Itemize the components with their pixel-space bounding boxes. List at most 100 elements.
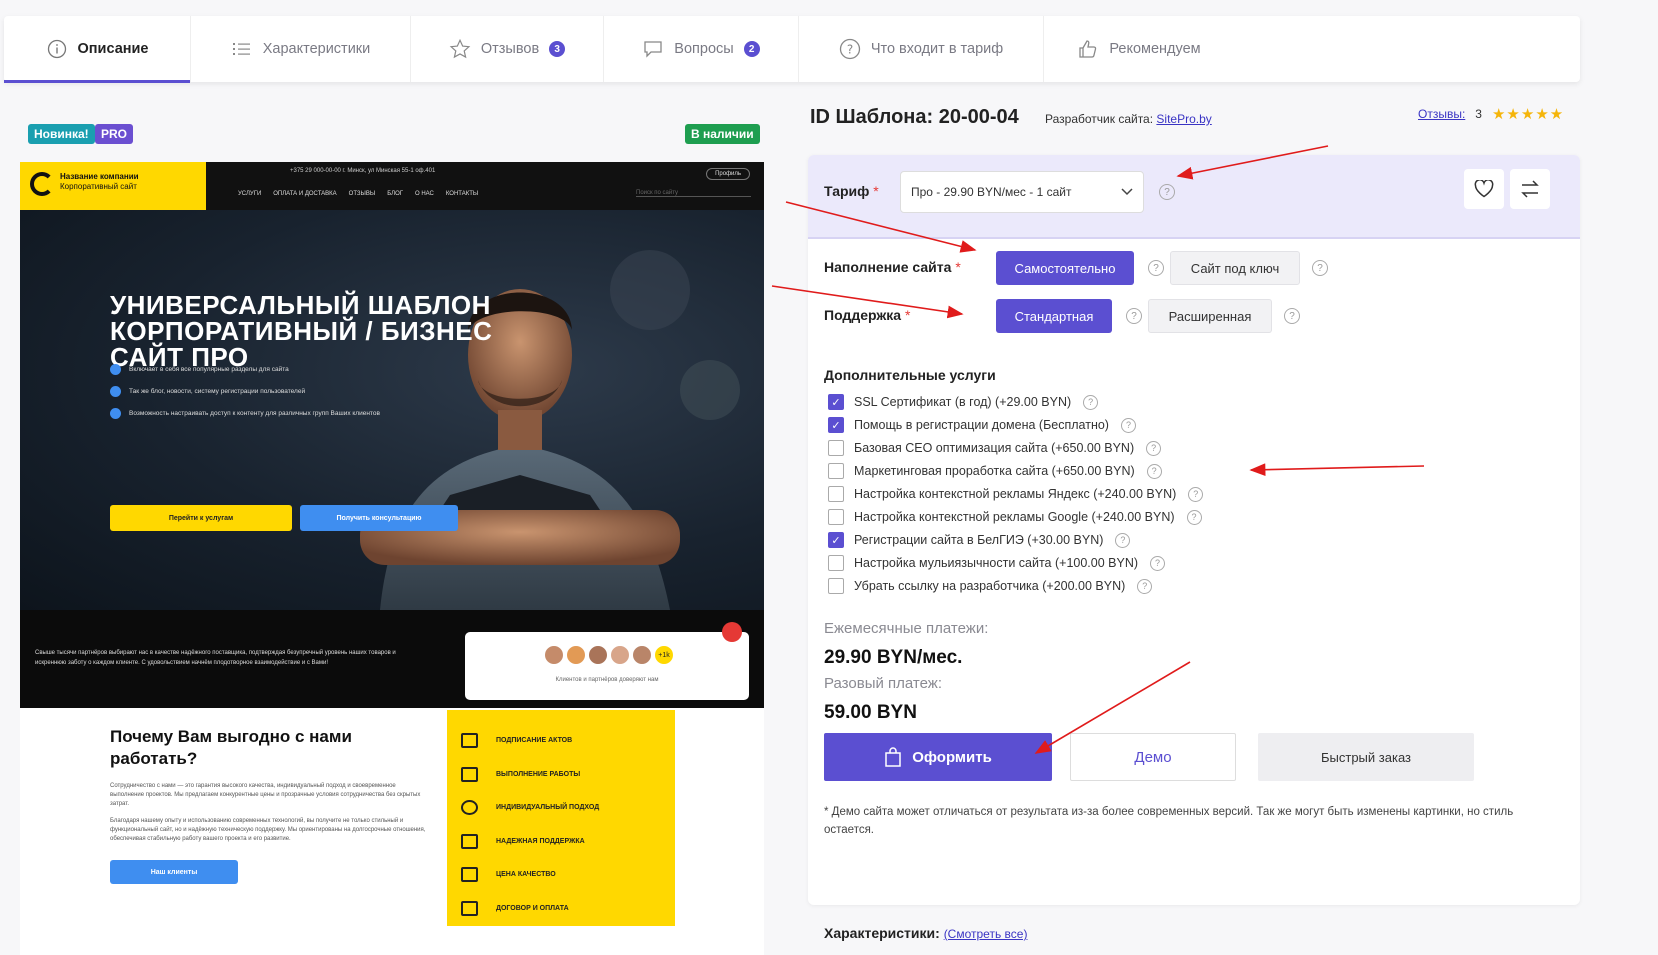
- template-preview-image[interactable]: Название компании Корпоративный сайт +37…: [20, 162, 764, 955]
- checkbox[interactable]: [828, 555, 844, 571]
- avatar: [587, 644, 609, 666]
- help-icon[interactable]: ?: [1146, 463, 1162, 479]
- extra-service-row[interactable]: ✓ Регистрации сайта в БелГИЭ (+30.00 BYN)…: [828, 532, 1131, 548]
- quick-order-button[interactable]: Быстрый заказ: [1258, 733, 1474, 781]
- extra-service-row[interactable]: Базовая СЕО оптимизация сайта (+650.00 B…: [828, 440, 1162, 456]
- hero-person-photo: [360, 250, 740, 610]
- demo-button[interactable]: Демо: [1070, 733, 1236, 781]
- support-extended-option[interactable]: Расширенная: [1148, 299, 1272, 333]
- mock-logo: Название компании Корпоративный сайт: [20, 162, 206, 210]
- reviews-link[interactable]: Отзывы:: [1418, 107, 1465, 121]
- checkbox[interactable]: [828, 578, 844, 594]
- benefit-label: ВЫПОЛНЕНИЕ РАБОТЫ: [496, 770, 581, 778]
- help-icon[interactable]: ?: [1150, 555, 1166, 571]
- fill-self-option[interactable]: Самостоятельно: [996, 251, 1134, 285]
- hero-check-item: Возможность настраивать доступ к контент…: [110, 408, 380, 419]
- mock-consult-button: Получить консультацию: [300, 505, 458, 531]
- why-paragraph: Сотрудничество с нами — это гарантия выс…: [110, 783, 421, 807]
- support-extended-help-icon[interactable]: ?: [1284, 308, 1300, 324]
- required-mark: *: [904, 307, 911, 323]
- benefit-label: НАДЕЖНАЯ ПОДДЕРЖКА: [496, 837, 585, 845]
- tab-questions[interactable]: Вопросы 2: [604, 16, 799, 82]
- extra-service-row[interactable]: Настройка мульиязычности сайта (+100.00 …: [828, 555, 1166, 571]
- avatar: [631, 644, 653, 666]
- avatar: [543, 644, 565, 666]
- check-icon: [110, 364, 121, 375]
- checkbox-checked[interactable]: ✓: [828, 394, 844, 410]
- characteristics-heading: Характеристики: (Смотреть все): [824, 925, 1027, 941]
- new-badge: Новинка!: [28, 124, 95, 144]
- partners-card: +1k Клиентов и партнёров доверяют нам: [465, 632, 749, 700]
- one-time-payment-value: 59.00 BYN: [824, 702, 917, 723]
- benefit-label: ПОДПИСАНИЕ АКТОВ: [496, 737, 573, 745]
- order-button[interactable]: Оформить: [824, 733, 1052, 781]
- tariff-help-icon[interactable]: ?: [1159, 184, 1175, 200]
- checkbox[interactable]: [828, 509, 844, 525]
- benefit-item: НАДЕЖНАЯ ПОДДЕРЖКА: [461, 825, 661, 859]
- user-icon: [461, 800, 478, 816]
- benefit-item: ДОГОВОР И ОПЛАТА: [461, 892, 661, 926]
- help-icon[interactable]: ?: [1188, 486, 1204, 502]
- help-icon[interactable]: ?: [1137, 578, 1153, 594]
- avatar: [609, 644, 631, 666]
- checkbox-checked[interactable]: ✓: [828, 532, 844, 548]
- extra-service-label: Базовая СЕО оптимизация сайта (+650.00 B…: [854, 441, 1135, 455]
- tariff-select[interactable]: Про - 29.90 BYN/мес - 1 сайт: [900, 171, 1144, 213]
- mock-nav: УСЛУГИ ОПЛАТА И ДОСТАВКА ОТЗЫВЫ БЛОГ О Н…: [238, 191, 478, 197]
- logo-icon: [30, 172, 54, 196]
- checkbox[interactable]: [828, 440, 844, 456]
- extra-service-row[interactable]: ✓ Помощь в регистрации домена (Бесплатно)…: [828, 417, 1136, 433]
- help-icon[interactable]: ?: [1120, 417, 1136, 433]
- support-icon: [461, 833, 478, 849]
- settings-gear-icon: [722, 622, 742, 642]
- extra-service-row[interactable]: ✓ SSL Сертификат (в год) (+29.00 BYN)?: [828, 394, 1099, 410]
- help-icon[interactable]: ?: [1115, 532, 1131, 548]
- characteristics-see-all-link[interactable]: (Смотреть все): [944, 927, 1028, 941]
- checkbox-checked[interactable]: ✓: [828, 417, 844, 433]
- checkbox[interactable]: [828, 486, 844, 502]
- partners-caption: Клиентов и партнёров доверяют нам: [555, 677, 659, 683]
- developer-info: Разработчик сайта: SitePro.by: [1045, 112, 1212, 126]
- mock-why-section: Почему Вам выгодно с нами работать? Сотр…: [110, 712, 430, 884]
- fill-turnkey-help-icon[interactable]: ?: [1312, 260, 1328, 276]
- hero-check-item: Так же блог, новости, систему регистраци…: [110, 386, 305, 397]
- extra-service-row[interactable]: Настройка контекстной рекламы Google (+2…: [828, 509, 1202, 525]
- price-icon: [461, 867, 478, 883]
- mock-nav-item: О НАС: [414, 191, 434, 197]
- mock-profile-button: Профиль: [706, 168, 750, 180]
- support-standard-option[interactable]: Стандартная: [996, 299, 1112, 333]
- tab-reviews[interactable]: Отзывов 3: [411, 16, 604, 82]
- band-text: Свыше тысячи партнёров выбирают нас в ка…: [35, 650, 396, 666]
- extra-service-row[interactable]: Настройка контекстной рекламы Яндекс (+2…: [828, 486, 1204, 502]
- checkbox[interactable]: [828, 463, 844, 479]
- tab-label: Отзывов: [480, 41, 540, 57]
- fill-label: Наполнение сайта *: [824, 259, 961, 275]
- reviews-count: 3: [1475, 107, 1482, 121]
- heart-icon: [1474, 180, 1494, 198]
- favorite-button[interactable]: [1464, 169, 1504, 209]
- tab-description[interactable]: Описание: [4, 16, 191, 83]
- extra-service-label: Убрать ссылку на разработчика (+200.00 B…: [854, 579, 1126, 593]
- extra-service-row[interactable]: Маркетинговая проработка сайта (+650.00 …: [828, 463, 1162, 479]
- pro-badge: PRO: [95, 124, 134, 144]
- hero-title: УНИВЕРСАЛЬНЫЙ ШАБЛОН КОРПОРАТИВНЫЙ / БИЗ…: [110, 292, 492, 370]
- extra-services-title: Дополнительные услуги: [824, 367, 996, 383]
- fill-self-help-icon[interactable]: ?: [1148, 260, 1164, 276]
- mock-hero: УНИВЕРСАЛЬНЫЙ ШАБЛОН КОРПОРАТИВНЫЙ / БИЗ…: [20, 210, 764, 610]
- compare-button[interactable]: [1510, 169, 1550, 209]
- monthly-payment-value: 29.90 BYN/мес.: [824, 647, 963, 668]
- tariff-label-text: Тариф: [824, 183, 870, 199]
- fill-label-text: Наполнение сайта: [824, 259, 952, 275]
- tab-characteristics[interactable]: Характеристики: [191, 16, 411, 82]
- fill-turnkey-option[interactable]: Сайт под ключ: [1170, 251, 1300, 285]
- help-icon[interactable]: ?: [1146, 440, 1162, 456]
- mock-clients-button: Наш клиенты: [110, 860, 238, 884]
- developer-link[interactable]: SitePro.by: [1156, 112, 1211, 126]
- support-standard-help-icon[interactable]: ?: [1126, 308, 1142, 324]
- characteristics-label: Характеристики:: [824, 925, 940, 941]
- help-icon[interactable]: ?: [1083, 394, 1099, 410]
- mock-company-sub: Корпоративный сайт: [60, 182, 137, 192]
- help-icon[interactable]: ?: [1186, 509, 1202, 525]
- extra-service-row[interactable]: Убрать ссылку на разработчика (+200.00 B…: [828, 578, 1153, 594]
- order-card: Тариф * Про - 29.90 BYN/мес - 1 сайт ? Н…: [808, 155, 1580, 905]
